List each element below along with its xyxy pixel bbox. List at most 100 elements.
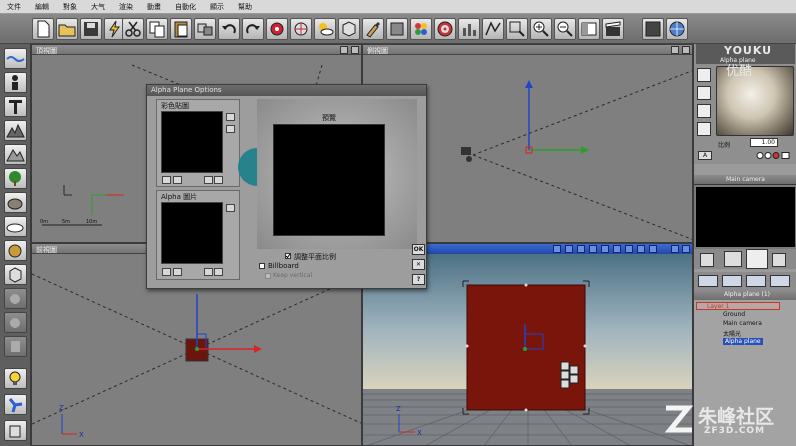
render-preview-icon[interactable]	[266, 18, 288, 40]
color-map-swatch[interactable]	[161, 111, 223, 173]
brush-icon[interactable]	[362, 18, 384, 40]
close-button[interactable]: ✕	[412, 259, 425, 270]
view-tool-icon[interactable]	[577, 245, 585, 253]
menu-automation[interactable]: 自動化	[168, 0, 203, 14]
tab-materials-icon[interactable]	[722, 275, 742, 287]
pan-hand-icon[interactable]	[700, 253, 714, 267]
globe-icon[interactable]	[666, 18, 688, 40]
zoom-in-icon[interactable]	[530, 18, 552, 40]
color-map-add-icon[interactable]	[226, 113, 235, 121]
material-colors-icon[interactable]	[410, 18, 432, 40]
object-library-icon[interactable]	[338, 18, 360, 40]
material-pattern-icon[interactable]	[697, 86, 711, 100]
text-object-icon[interactable]	[4, 96, 27, 117]
menu-help[interactable]: 幫助	[231, 0, 259, 14]
material-action-icons[interactable]	[756, 151, 792, 160]
terrain-icon[interactable]	[4, 120, 27, 141]
keep-vertical-checkbox[interactable]	[265, 273, 271, 279]
tab-links-icon[interactable]	[770, 275, 790, 287]
layout-icon[interactable]	[578, 18, 600, 40]
tree-row-camera[interactable]: Main camera	[696, 320, 780, 328]
alpha-map-copy-icon[interactable]	[204, 268, 213, 276]
material-checker-icon[interactable]	[697, 104, 711, 118]
grid-view-icon[interactable]	[724, 251, 742, 267]
water-plane-icon[interactable]	[4, 48, 27, 69]
billboard-checkbox[interactable]	[259, 263, 265, 269]
tree-row-alpha-plane[interactable]: Alpha plane	[696, 338, 780, 346]
bar-stats-icon[interactable]	[458, 18, 480, 40]
figure-icon[interactable]	[4, 72, 27, 93]
plant-editor-icon[interactable]	[386, 18, 408, 40]
menu-object[interactable]: 對象	[56, 0, 84, 14]
camera-control-icon[interactable]	[482, 18, 504, 40]
dolly-icon[interactable]	[772, 253, 786, 267]
target-render-icon[interactable]	[434, 18, 456, 40]
fan-icon[interactable]	[4, 394, 27, 415]
color-map-delete-icon[interactable]	[173, 176, 182, 184]
menu-animation[interactable]: 動畫	[140, 0, 168, 14]
maximize-view-icon[interactable]	[340, 46, 348, 54]
alpha-map-swatch[interactable]	[161, 202, 223, 264]
rotate-hand-icon[interactable]	[746, 249, 768, 269]
undo-icon[interactable]	[218, 18, 240, 40]
alpha-map-paste-icon[interactable]	[214, 268, 223, 276]
alpha-map-load-icon[interactable]	[162, 268, 171, 276]
view-tool-icon[interactable]	[649, 245, 657, 253]
material-swatch-icon[interactable]	[697, 68, 711, 82]
alpha-map-delete-icon[interactable]	[173, 268, 182, 276]
copy-icon[interactable]	[146, 18, 168, 40]
cylinder-disabled-icon[interactable]	[4, 336, 27, 357]
menu-file[interactable]: 文件	[0, 0, 28, 14]
menu-atmosphere[interactable]: 大气	[84, 0, 112, 14]
planet-icon[interactable]	[4, 240, 27, 261]
color-map-paste-icon[interactable]	[214, 176, 223, 184]
view-options-icon[interactable]	[682, 46, 690, 54]
view-tool-icon[interactable]	[601, 245, 609, 253]
bucket-icon[interactable]	[4, 420, 27, 441]
view-options-icon[interactable]	[682, 245, 690, 253]
paste-icon[interactable]	[170, 18, 192, 40]
menu-display[interactable]: 顯示	[203, 0, 231, 14]
alpha-map-add-icon[interactable]	[226, 204, 235, 212]
tab-film-icon[interactable]	[746, 275, 766, 287]
scale-input[interactable]: 1.00	[750, 138, 778, 147]
color-map-filter-icon[interactable]	[226, 125, 235, 133]
tree-row-layer[interactable]: Layer 1	[696, 302, 780, 310]
tree-icon[interactable]	[4, 168, 27, 189]
tree-row-sunlight[interactable]: 太陽光	[696, 329, 780, 338]
save-icon[interactable]	[80, 18, 102, 40]
material-grid-icon[interactable]	[697, 122, 711, 136]
view-tool-icon[interactable]	[565, 245, 573, 253]
duplicate-icon[interactable]	[194, 18, 216, 40]
sun-cloud-icon[interactable]	[314, 18, 336, 40]
font-a-icon[interactable]: A	[698, 151, 712, 160]
open-folder-icon[interactable]	[56, 18, 78, 40]
light-bulb-icon[interactable]	[4, 368, 27, 389]
help-button[interactable]: ?	[412, 274, 425, 285]
view-tool-icon[interactable]	[589, 245, 597, 253]
shape-disabled-icon[interactable]	[4, 288, 27, 309]
terrain-snow-icon[interactable]	[4, 144, 27, 165]
film-clapper-icon[interactable]	[602, 18, 624, 40]
zoom-out-icon[interactable]	[554, 18, 576, 40]
adjust-ratio-checkbox[interactable]	[285, 253, 291, 259]
color-map-load-icon[interactable]	[162, 176, 171, 184]
menu-render[interactable]: 渲染	[112, 0, 140, 14]
maximize-view-icon[interactable]	[671, 46, 679, 54]
cut-scissors-icon[interactable]	[122, 18, 144, 40]
zoom-fit-icon[interactable]	[506, 18, 528, 40]
rock-icon[interactable]	[4, 192, 27, 213]
view-tool-icon[interactable]	[637, 245, 645, 253]
cloud-icon[interactable]	[4, 216, 27, 237]
view-tool-icon[interactable]	[613, 245, 621, 253]
new-document-icon[interactable]	[32, 18, 54, 40]
view-options-icon[interactable]	[351, 46, 359, 54]
menu-edit[interactable]: 編輯	[28, 0, 56, 14]
color-map-copy-icon[interactable]	[204, 176, 213, 184]
sphere-disabled-icon[interactable]	[4, 312, 27, 333]
redo-icon[interactable]	[242, 18, 264, 40]
maximize-view-icon[interactable]	[671, 245, 679, 253]
tab-objects-icon[interactable]	[698, 275, 718, 287]
display-monitor-icon[interactable]	[642, 18, 664, 40]
render-area-icon[interactable]	[290, 18, 312, 40]
